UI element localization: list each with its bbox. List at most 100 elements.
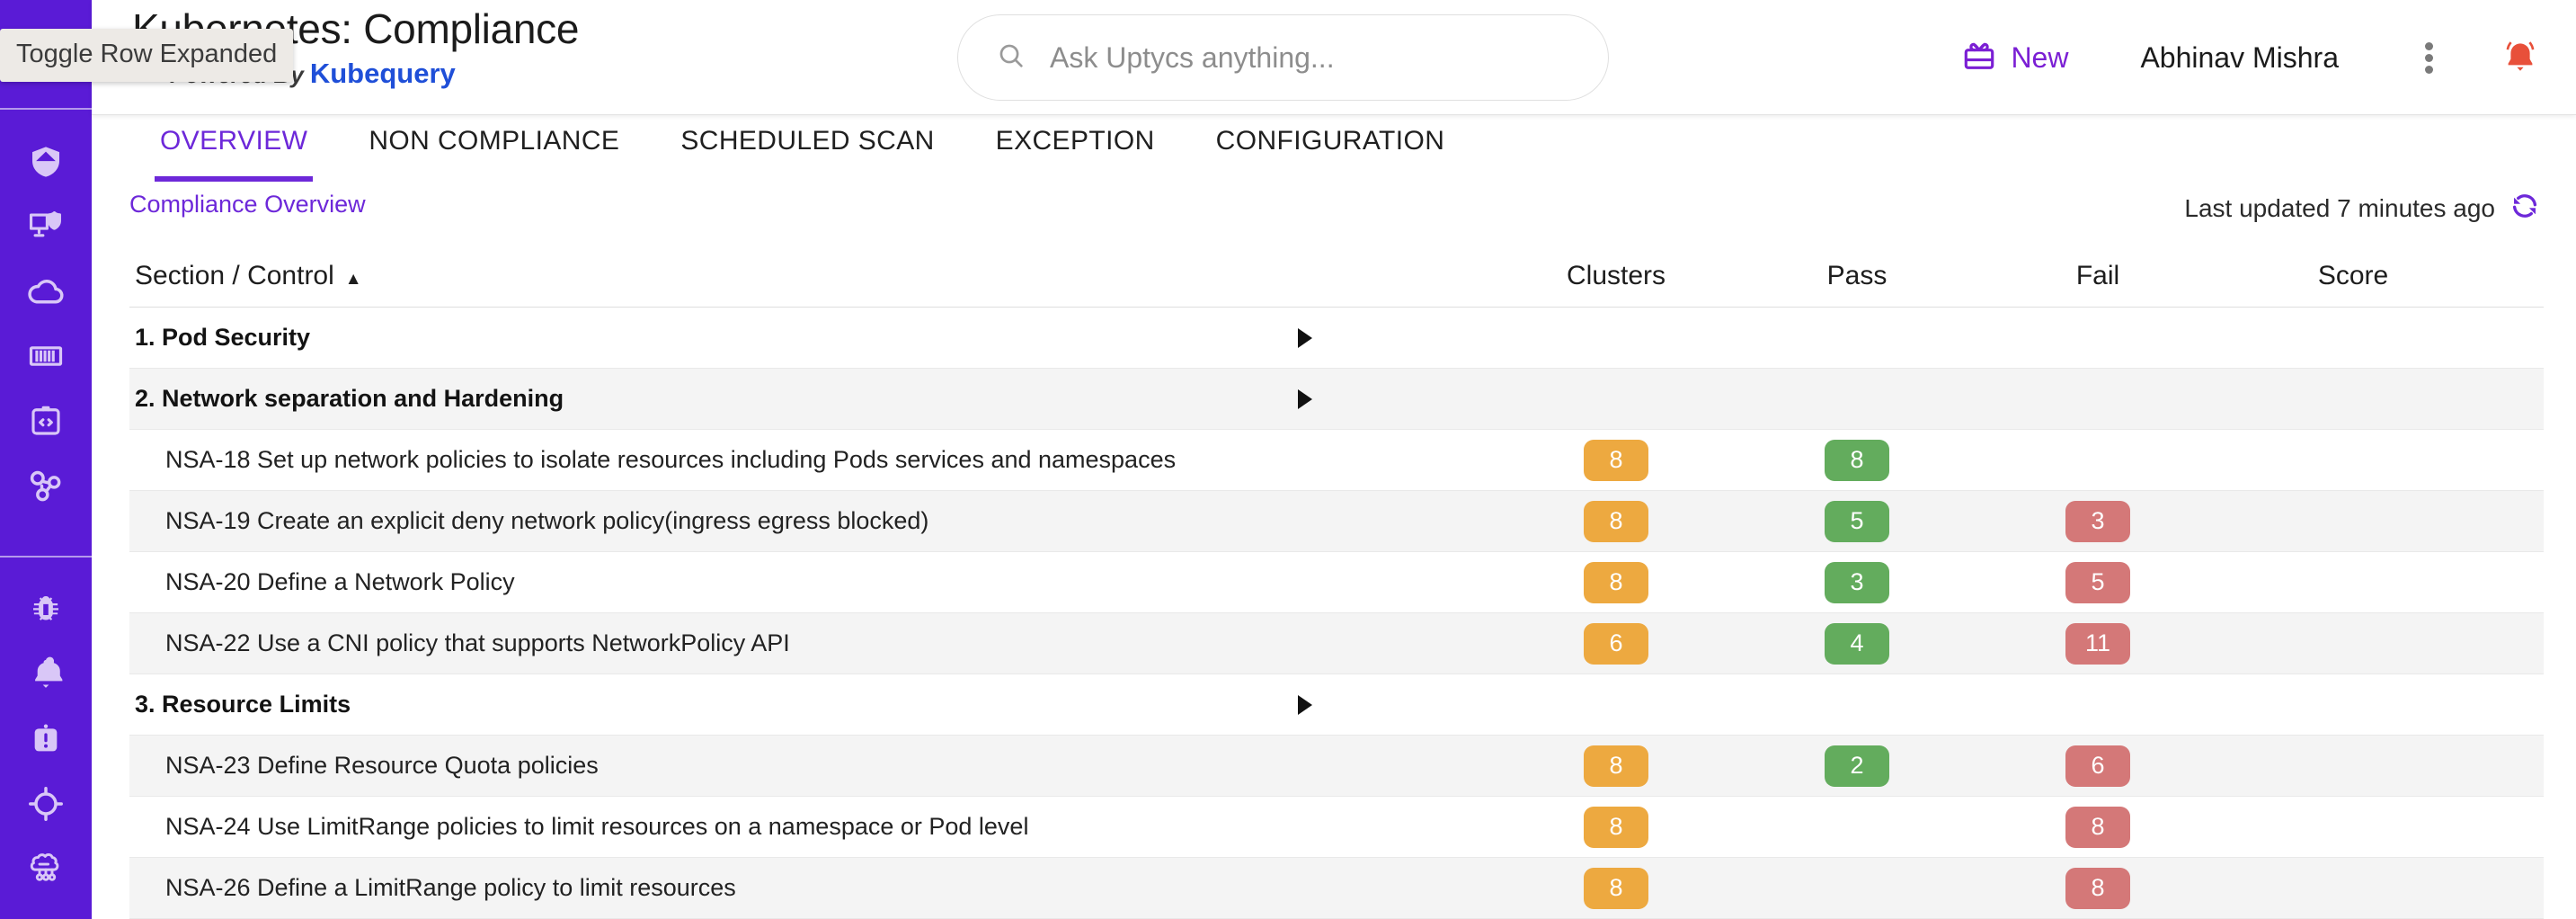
cell-fail: 5 (1977, 561, 2218, 603)
cell-fail: 6 (1977, 745, 2218, 787)
fail-badge[interactable]: 8 (2065, 806, 2130, 848)
pass-badge[interactable]: 4 (1825, 622, 1889, 665)
tab-overview[interactable]: OVERVIEW (129, 115, 338, 182)
sidebar-group-primary (0, 110, 92, 518)
fail-badge[interactable]: 6 (2065, 745, 2130, 787)
header-actions: New Abhinav Mishra (1960, 0, 2542, 115)
new-button[interactable]: New (1960, 37, 2068, 79)
section-label: 3. Resource Limits (135, 691, 351, 718)
sidebar-item-ai[interactable] (0, 836, 92, 901)
table-row[interactable]: NSA-26 Define a LimitRange policy to lim… (129, 858, 2544, 919)
clusters-badge[interactable]: 8 (1584, 745, 1648, 787)
table-row[interactable]: NSA-24 Use LimitRange policies to limit … (129, 797, 2544, 858)
cell-pass: 5 (1737, 500, 1977, 542)
column-header-pass[interactable]: Pass (1737, 261, 1977, 291)
tab-non-compliance[interactable]: NON COMPLIANCE (338, 115, 650, 182)
cell-fail: 11 (1977, 622, 2218, 665)
control-label: NSA-24 Use LimitRange policies to limit … (165, 813, 1029, 840)
cell-section-control: 1. Pod Security (129, 324, 1298, 352)
tab-configuration[interactable]: CONFIGURATION (1186, 115, 1476, 182)
control-label: NSA-26 Define a LimitRange policy to lim… (165, 874, 736, 901)
clusters-badge[interactable]: 8 (1584, 561, 1648, 603)
cell-expander (1298, 388, 1496, 409)
cloud-icon (26, 272, 66, 311)
more-vertical-icon[interactable] (2409, 39, 2448, 77)
clusters-badge[interactable]: 8 (1584, 867, 1648, 909)
cell-fail: 8 (1977, 806, 2218, 848)
cell-pass: 8 (1737, 439, 1977, 481)
pass-badge[interactable]: 3 (1825, 561, 1889, 603)
sidebar-item-containers[interactable] (0, 324, 92, 388)
section-row[interactable]: 1. Pod Security (129, 308, 2544, 369)
notification-bell-icon[interactable] (2499, 36, 2542, 79)
cell-section-control: 3. Resource Limits (129, 691, 1298, 718)
clusters-badge[interactable]: 8 (1584, 806, 1648, 848)
pass-badge[interactable]: 5 (1825, 500, 1889, 542)
pass-badge[interactable]: 2 (1825, 745, 1889, 787)
table-row[interactable]: NSA-19 Create an explicit deny network p… (129, 491, 2544, 552)
clusters-badge[interactable]: 8 (1584, 500, 1648, 542)
clusters-badge[interactable]: 8 (1584, 439, 1648, 481)
refresh-icon[interactable] (2508, 189, 2542, 228)
chevron-right-icon[interactable] (1298, 388, 1312, 409)
user-menu[interactable]: Abhinav Mishra (2140, 41, 2409, 75)
pass-badge[interactable]: 8 (1825, 439, 1889, 481)
search-input[interactable] (1050, 40, 1553, 75)
last-updated: Last updated 7 minutes ago (2184, 189, 2542, 228)
sidebar-item-code[interactable] (0, 388, 92, 453)
breadcrumb[interactable]: Compliance Overview (129, 191, 366, 219)
clusters-badge[interactable]: 6 (1584, 622, 1648, 665)
column-header-score[interactable]: Score (2218, 261, 2488, 291)
fail-badge[interactable]: 3 (2065, 500, 2130, 542)
global-search[interactable] (957, 14, 1609, 101)
fail-badge[interactable]: 8 (2065, 867, 2130, 909)
sort-asc-icon: ▲ (344, 269, 362, 289)
cell-section-control: NSA-22 Use a CNI policy that supports Ne… (129, 629, 1298, 657)
clipboard-code-icon (27, 402, 65, 440)
cell-expander (1298, 694, 1496, 715)
sidebar-item-endpoint[interactable] (0, 194, 92, 259)
table-body: 1. Pod Security 2. Network separation and… (129, 308, 2544, 919)
sub-header-row: Compliance Overview Last updated 7 minut… (92, 185, 2576, 236)
table-row[interactable]: NSA-22 Use a CNI policy that supports Ne… (129, 613, 2544, 674)
table-row[interactable]: NSA-20 Define a Network Policy 8 3 5 (129, 552, 2544, 613)
sidebar-item-threats[interactable] (0, 577, 92, 642)
cell-clusters: 8 (1496, 806, 1737, 848)
cell-clusters: 6 (1496, 622, 1737, 665)
cell-section-control: NSA-20 Define a Network Policy (129, 568, 1298, 596)
tab-scheduled-scan[interactable]: SCHEDULED SCAN (650, 115, 964, 182)
gift-icon (1960, 37, 1998, 79)
fail-badge[interactable]: 11 (2065, 622, 2130, 665)
compliance-table: Section / Control ▲ Clusters Pass Fail Sc… (129, 245, 2544, 919)
new-label: New (2011, 40, 2069, 74)
cell-clusters: 8 (1496, 867, 1737, 909)
monitor-shield-icon (27, 208, 65, 245)
column-header-clusters[interactable]: Clusters (1496, 261, 1737, 291)
top-header: Kubernetes: Compliance Powered ByKubeque… (92, 0, 2576, 115)
column-header-fail[interactable]: Fail (1977, 261, 2218, 291)
cell-pass: 4 (1737, 622, 1977, 665)
table-row[interactable]: NSA-23 Define Resource Quota policies 8 2 6 (129, 736, 2544, 797)
sidebar-item-alerts[interactable] (0, 642, 92, 707)
sidebar-item-shield[interactable] (0, 129, 92, 194)
cell-section-control: NSA-19 Create an explicit deny network p… (129, 507, 1298, 535)
column-header-section-control[interactable]: Section / Control ▲ (129, 261, 1298, 291)
tab-exception[interactable]: EXCEPTION (965, 115, 1186, 182)
chevron-right-icon[interactable] (1298, 327, 1312, 348)
brain-circuit-icon (26, 849, 66, 888)
table-row[interactable]: NSA-18 Set up network policies to isolat… (129, 430, 2544, 491)
kubernetes-nodes-icon (26, 466, 66, 505)
section-row[interactable]: 2. Network separation and Hardening (129, 369, 2544, 430)
fail-badge[interactable]: 5 (2065, 561, 2130, 603)
sidebar-item-detections[interactable] (0, 772, 92, 836)
section-row[interactable]: 3. Resource Limits (129, 674, 2544, 736)
cell-section-control: 2. Network separation and Hardening (129, 385, 1298, 413)
app-root: Toggle Row Expanded Kubernetes: Complian… (0, 0, 2576, 919)
chevron-right-icon[interactable] (1298, 694, 1312, 715)
user-name: Abhinav Mishra (2140, 40, 2339, 74)
sidebar-item-kubernetes[interactable] (0, 453, 92, 518)
sidebar-item-incidents[interactable] (0, 707, 92, 772)
sidebar-item-cloud[interactable] (0, 259, 92, 324)
cell-pass: 3 (1737, 561, 1977, 603)
target-icon (26, 784, 66, 824)
